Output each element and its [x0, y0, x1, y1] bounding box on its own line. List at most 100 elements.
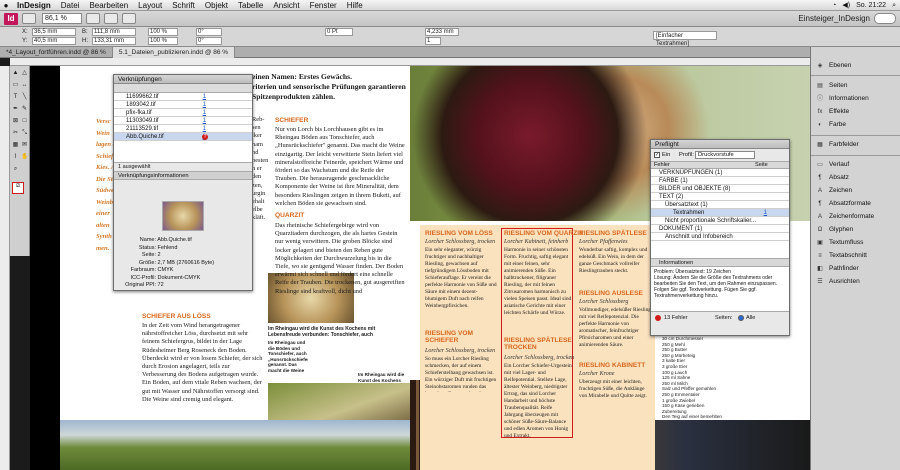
help-search-input[interactable] — [874, 13, 896, 24]
preflight-row-selected[interactable]: Textrahmen 1 — [651, 209, 789, 217]
col3b-text[interactable]: Vollmundiger, edelsüßer Riesling mit vie… — [579, 307, 651, 355]
col3c-subheading[interactable]: Lorcher Krone — [579, 371, 614, 377]
note-tool-icon[interactable]: ✉ — [21, 142, 28, 149]
panel-farbe[interactable]: ◐ Farbe — [811, 120, 900, 130]
col3-subheading[interactable]: Lorcher Pfaffenwies — [579, 239, 628, 245]
quarzit-heading[interactable]: QUARZIT — [275, 212, 304, 219]
zoom-tool-icon[interactable]: ⌕ — [12, 166, 19, 173]
search-icon[interactable]: ⌕ — [892, 0, 896, 11]
panel-seiten[interactable]: ▤ Seiten — [811, 81, 900, 91]
panel-farbfelder[interactable]: ▦ Farbfelder — [811, 140, 900, 150]
all-pages-radio[interactable] — [738, 315, 744, 321]
width-field[interactable]: 111,8 mm — [92, 28, 136, 36]
schiefer-heading[interactable]: SCHIEFER — [275, 117, 308, 124]
menu-objekt[interactable]: Objekt — [200, 0, 233, 11]
col2-subheading[interactable]: Lorcher Kabinett, feinherb — [504, 239, 568, 245]
panel-absatzformate[interactable]: ¶ Absatzformate — [811, 199, 900, 209]
preflight-row[interactable]: Anschnitt und Infobereich — [651, 233, 789, 241]
volume-icon[interactable]: ◀) — [842, 0, 850, 11]
rectangle-tool-icon[interactable]: □ — [21, 118, 28, 125]
panel-informationen[interactable]: ⓘ Informationen — [811, 94, 900, 104]
link-row[interactable]: 21113529.tif 1 — [114, 125, 252, 133]
panel-effekte[interactable]: fx Effekte — [811, 107, 900, 117]
col2b-subheading[interactable]: Lorcher Schlossberg, trocken — [504, 355, 574, 361]
caption-3[interactable]: Im Rheingau wird die Kunst des Kochens m… — [358, 372, 408, 383]
preflight-on-checkbox[interactable]: ✓ — [654, 152, 660, 158]
gradient-tool-icon[interactable]: ▦ — [12, 142, 19, 149]
col3c-heading[interactable]: RIESLING KABINETT — [579, 362, 645, 369]
col1b-subheading[interactable]: Lorcher Schlossberg, trocken — [425, 348, 495, 354]
eyedropper-tool-icon[interactable]: ⌇ — [12, 154, 19, 161]
error-count[interactable]: 13 Fehler — [664, 312, 688, 324]
link-row[interactable]: 11303049.tif 1 — [114, 117, 252, 125]
scale-x-field[interactable]: 100 % — [148, 28, 178, 36]
gap-tool-icon[interactable]: ↔ — [21, 82, 28, 89]
panel-zeichen[interactable]: A Zeichen — [811, 186, 900, 196]
preflight-row[interactable]: BILDER und OBJEKTE (8) — [651, 185, 789, 193]
link-row-selected[interactable]: Abb.Quiche.tif1? — [114, 133, 252, 141]
type-tool-icon[interactable]: T — [12, 94, 19, 101]
x-field[interactable]: 36,5 mm — [32, 28, 76, 36]
pen-tool-icon[interactable]: ✒ — [12, 106, 19, 113]
screen-mode-button[interactable] — [104, 13, 118, 24]
tab-dateien-publizieren[interactable]: 5.1_Dateien_publizieren.indd @ 86 % — [112, 47, 236, 58]
col2-heading[interactable]: RIESLING VOM QUARZIT — [504, 230, 583, 237]
preflight-row[interactable]: VERKNÜPFUNGEN (1) — [651, 169, 789, 177]
menu-layout[interactable]: Layout — [133, 0, 167, 11]
apple-icon[interactable]: ● — [0, 0, 12, 11]
panel-pathfinder[interactable]: ◧ Pathfinder — [811, 264, 900, 274]
quarzit-text[interactable]: Das rheinische Schiefergebirge wird von … — [275, 222, 405, 296]
panel-glyphen[interactable]: Ω Glyphen — [811, 225, 900, 235]
schiefer-text[interactable]: Nur von Lorch bis Lorchhausen gibt es im… — [275, 126, 405, 206]
panel-absatz[interactable]: ¶ Absatz — [811, 173, 900, 183]
left-column-fragment[interactable]: Reb- sen lker nam nd pesten n er den zen… — [252, 116, 270, 223]
vineyard-photo[interactable] — [60, 420, 410, 470]
caption-2[interactable]: Im Rheingau und die Böden und Tonschiefe… — [268, 340, 308, 374]
direct-selection-tool-icon[interactable]: △ — [21, 70, 28, 77]
intro-text[interactable]: einen Namen: Erstes Gewächs. riterien un… — [252, 72, 408, 102]
col-error[interactable]: Fehler — [654, 162, 670, 169]
recipe-text[interactable]: 30 cm Durchmesser 250 g Mehl 250 g Butte… — [662, 336, 724, 420]
line-tool-icon[interactable]: ╲ — [21, 94, 28, 101]
caption-1[interactable]: Im Rheingau wird die Kunst des Kochens m… — [268, 326, 408, 338]
menu-bearbeiten[interactable]: Bearbeiten — [84, 0, 133, 11]
schiefer-aus-loess-text[interactable]: In der Zeit vom Wind herangetragener näh… — [142, 322, 264, 412]
col1-text[interactable]: Ein sehr eleganter, würzig fruchtiger un… — [425, 247, 497, 321]
scissors-tool-icon[interactable]: ✂ — [12, 130, 19, 137]
preflight-row[interactable]: TEXT (2) — [651, 193, 789, 201]
link-row[interactable]: pfix-fka.tif 1 — [114, 109, 252, 117]
col1-heading[interactable]: RIESLING VOM LÖSS — [425, 230, 493, 237]
preflight-row[interactable]: DOKUMENT (1) — [651, 225, 789, 233]
panel-textabschnitt[interactable]: ≡ Textabschnitt — [811, 251, 900, 261]
links-panel-title[interactable]: Verknüpfungen — [114, 75, 252, 84]
wifi-icon[interactable]: ◔ — [832, 0, 836, 11]
columns-field[interactable]: 1 — [425, 37, 441, 45]
rotate-field[interactable]: 0° — [196, 28, 222, 36]
page-tool-icon[interactable]: ▭ — [12, 82, 19, 89]
col3b-subheading[interactable]: Lorcher Schlossberg — [579, 299, 628, 305]
view-options-button[interactable] — [86, 13, 100, 24]
profile-dropdown[interactable]: Druckvorstufe — [695, 151, 755, 159]
preflight-row[interactable]: FARBE (1) — [651, 177, 789, 185]
col2b-heading[interactable]: RIESLING SPÄTLESE TROCKEN — [504, 337, 572, 351]
free-transform-tool-icon[interactable]: ⤡ — [21, 130, 28, 137]
scale-y-field[interactable]: 100 % — [148, 37, 178, 45]
menu-tabelle[interactable]: Tabelle — [233, 0, 268, 11]
height-field[interactable]: 133,31 mm — [92, 37, 136, 45]
link-row[interactable]: 1893042.tif 1 — [114, 101, 252, 109]
col-page[interactable]: Seite — [755, 162, 768, 169]
tab-layout-fortfuehren[interactable]: *4_Layout_fortführen.indd @ 86 % — [0, 47, 113, 58]
hand-tool-icon[interactable]: ✋ — [21, 154, 28, 161]
shear-field[interactable]: 0° — [196, 37, 222, 45]
selection-tool-icon[interactable]: ▲ — [12, 70, 19, 77]
panel-textumfluss[interactable]: ▣ Textumfluss — [811, 238, 900, 248]
col3-heading[interactable]: RIESLING SPÄTLESE — [579, 230, 647, 237]
preflight-row[interactable]: Nicht proportionale Schriftskalier... — [651, 217, 789, 225]
arrange-documents-button[interactable] — [122, 13, 136, 24]
zoom-field[interactable]: 86,1 % — [42, 13, 82, 24]
preflight-panel-title[interactable]: Preflight — [651, 140, 789, 149]
menu-hilfe[interactable]: Hilfe — [342, 0, 368, 11]
bridge-button[interactable] — [22, 13, 36, 24]
stroke-weight-field[interactable]: 0 Pt — [325, 28, 353, 36]
col2b-text[interactable]: Ein Lorcher Schiefer-Urgestein mit viel … — [504, 363, 572, 437]
